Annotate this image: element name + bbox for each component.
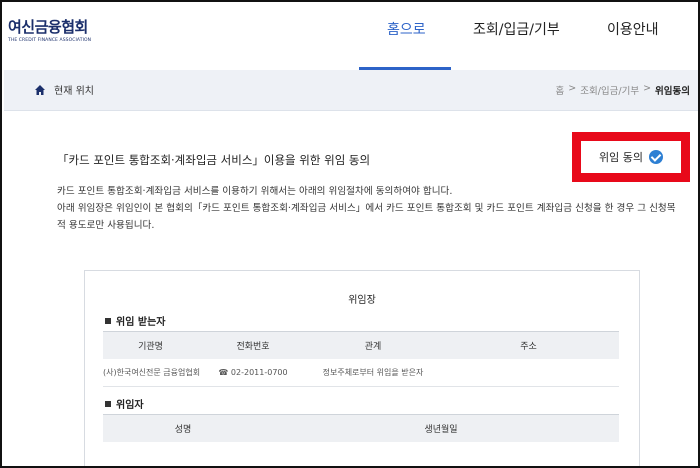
logo-sub-text: THE CREDIT FINANCE ASSOCIATION	[8, 38, 92, 43]
nav-usage-guide[interactable]: 이용안내	[607, 19, 659, 39]
delegator-table: 성명 생년월일	[103, 414, 619, 442]
square-bullet-icon	[105, 317, 111, 324]
breadcrumb-current: 위임동의	[655, 86, 690, 97]
table-cell: ☎ 02-2011-0700	[218, 368, 288, 377]
intro-paragraph-2: 아래 위임장은 위임인이 본 협회의「카드 포인트 통합조회·계좌입금 서비스」…	[57, 203, 676, 231]
location-label: 현재 위치	[54, 86, 94, 97]
consent-button[interactable]: 위임 동의	[581, 141, 681, 173]
section-delegate-label: 위임 받는자	[116, 317, 166, 328]
page-frame: 여신금융협회 THE CREDIT FINANCE ASSOCIATION 홈으…	[0, 0, 700, 468]
power-of-attorney-document: 위임장 위임 받는자 기관명 전화번호 관계 주소 (사)한국여신전문 금융업협…	[84, 270, 640, 466]
column-header: 성명	[174, 425, 192, 435]
consent-label: 위임 동의	[599, 151, 643, 164]
column-header: 기관명	[138, 342, 163, 352]
column-header: 전화번호	[236, 342, 270, 352]
table-header: 성명 생년월일	[103, 414, 619, 442]
table-cell: (사)한국여신전문 금융업협회	[103, 368, 201, 377]
column-header: 생년월일	[424, 425, 458, 435]
breadcrumb-separator: >	[643, 83, 652, 94]
breadcrumb-inquiry[interactable]: 조회/입금/기부	[580, 83, 639, 97]
intro-paragraph-1: 카드 포인트 통합조회·계좌입금 서비스를 이용하기 위해서는 아래의 위임절차…	[57, 186, 453, 197]
location-indicator: 현재 위치	[34, 82, 94, 97]
breadcrumb-home[interactable]: 홈	[556, 83, 565, 97]
breadcrumb-separator: >	[568, 83, 577, 94]
logo-main-text: 여신금융협회	[8, 18, 88, 36]
table-row: (사)한국여신전문 금융업협회 ☎ 02-2011-0700 정보주체로부터 위…	[103, 359, 619, 387]
site-header: 여신금융협회 THE CREDIT FINANCE ASSOCIATION 홈으…	[2, 2, 698, 70]
column-header: 관계	[364, 342, 382, 352]
breadcrumb-bar: 현재 위치 홈 > 조회/입금/기부 > 위임동의	[4, 70, 698, 111]
consent-highlight-box: 위임 동의	[572, 132, 690, 182]
column-header: 주소	[520, 342, 537, 352]
section-delegate: 위임 받는자	[105, 313, 165, 328]
square-bullet-icon	[105, 400, 111, 407]
section-delegator-label: 위임자	[116, 400, 144, 411]
table-cell: 정보주체로부터 위임을 받은자	[322, 368, 424, 377]
nav-inquiry-deposit-donate[interactable]: 조회/입금/기부	[473, 19, 560, 39]
section-delegator: 위임자	[105, 396, 144, 411]
nav-home[interactable]: 홈으로	[387, 19, 426, 39]
table-header: 기관명 전화번호 관계 주소	[103, 331, 619, 359]
page-title: 「카드 포인트 통합조회·계좌입금 서비스」이용을 위한 위임 동의	[57, 153, 371, 167]
delegate-table: 기관명 전화번호 관계 주소 (사)한국여신전문 금융업협회 ☎ 02-2011…	[103, 331, 619, 387]
home-icon	[35, 84, 45, 95]
check-circle-icon[interactable]	[648, 150, 663, 164]
breadcrumb: 홈 > 조회/입금/기부 > 위임동의	[556, 83, 691, 97]
document-title: 위임장	[348, 295, 376, 306]
site-logo[interactable]: 여신금융협회 THE CREDIT FINANCE ASSOCIATION	[8, 16, 91, 43]
